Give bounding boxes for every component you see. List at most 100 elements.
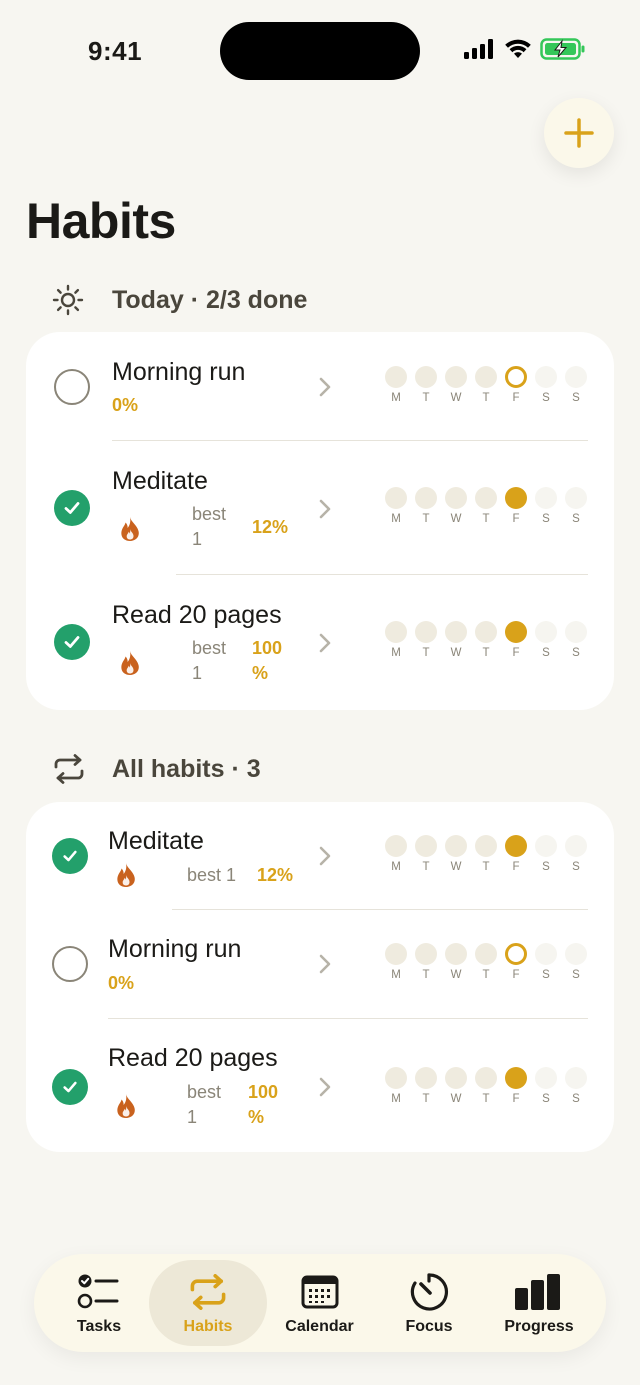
habit-check-toggle[interactable] bbox=[54, 490, 90, 526]
habit-check-toggle[interactable] bbox=[54, 369, 90, 405]
today-habit-row-read-20-pages[interactable]: Read 20 pages best 1 100 % M T W T F S S bbox=[26, 575, 614, 710]
tab-label: Focus bbox=[405, 1318, 453, 1335]
day-dot-2 bbox=[445, 1067, 467, 1089]
tab-focus[interactable]: Focus bbox=[384, 1260, 474, 1346]
day-label: W bbox=[450, 647, 462, 659]
day-label: F bbox=[512, 513, 520, 525]
day-dot-4 bbox=[505, 835, 527, 857]
habit-check-toggle[interactable] bbox=[54, 624, 90, 660]
day-label: S bbox=[572, 969, 580, 981]
habit-name: Morning run bbox=[108, 935, 242, 963]
day-dot-5 bbox=[535, 835, 557, 857]
sun-icon bbox=[52, 284, 84, 316]
day-dot-2 bbox=[445, 366, 467, 388]
habit-percent: 12% bbox=[257, 865, 294, 885]
day-label: F bbox=[512, 861, 520, 873]
day-label: T bbox=[482, 513, 490, 525]
chevron-right-icon[interactable] bbox=[318, 632, 332, 654]
day-dot-0 bbox=[385, 621, 407, 643]
flame-icon bbox=[121, 651, 139, 675]
day-dot-4 bbox=[505, 621, 527, 643]
dynamic-island bbox=[220, 22, 420, 80]
habit-best-value: 1 bbox=[187, 1107, 198, 1127]
habit-best-value: 1 bbox=[192, 529, 203, 549]
chevron-right-icon[interactable] bbox=[318, 845, 332, 867]
tab-bar: Tasks Habits Calendar Focus Progress bbox=[34, 1254, 606, 1352]
tab-habits[interactable]: Habits bbox=[149, 1260, 267, 1346]
chevron-right-icon[interactable] bbox=[318, 953, 332, 975]
tab-progress[interactable]: Progress bbox=[494, 1260, 584, 1346]
day-dot-5 bbox=[535, 1067, 557, 1089]
day-label: T bbox=[422, 969, 430, 981]
habit-check-toggle[interactable] bbox=[52, 838, 88, 874]
tab-label: Habits bbox=[183, 1318, 233, 1335]
day-dot-0 bbox=[385, 1067, 407, 1089]
wifi-icon bbox=[505, 39, 531, 58]
day-label: M bbox=[391, 969, 401, 981]
chevron-right-icon[interactable] bbox=[318, 498, 332, 520]
tab-label: Tasks bbox=[76, 1318, 122, 1335]
tab-calendar[interactable]: Calendar bbox=[272, 1260, 367, 1346]
flame-icon bbox=[117, 863, 135, 887]
habit-name: Morning run bbox=[112, 358, 246, 386]
day-dot-4 bbox=[505, 1067, 527, 1089]
day-label: S bbox=[542, 392, 550, 404]
status-time: 9:41 bbox=[88, 36, 143, 66]
day-dot-0 bbox=[385, 943, 407, 965]
all-habits-card: Meditate best 1 12% M T W T F S S Morning run … bbox=[26, 802, 614, 1152]
day-label: S bbox=[572, 861, 580, 873]
day-dot-0 bbox=[385, 835, 407, 857]
day-dot-0 bbox=[385, 487, 407, 509]
day-label: T bbox=[482, 969, 490, 981]
day-label: T bbox=[422, 647, 430, 659]
day-dot-5 bbox=[535, 366, 557, 388]
day-label: M bbox=[391, 647, 401, 659]
day-label: T bbox=[422, 392, 430, 404]
all-habit-row-morning-run[interactable]: Morning run 0% M T W T F S S bbox=[26, 910, 614, 1018]
day-dot-1 bbox=[415, 1067, 437, 1089]
day-dot-5 bbox=[535, 621, 557, 643]
day-dot-5 bbox=[535, 487, 557, 509]
calendar-icon bbox=[301, 1275, 338, 1309]
habit-percent: 12% bbox=[252, 517, 289, 537]
day-label: S bbox=[542, 647, 550, 659]
day-label: W bbox=[450, 861, 462, 873]
habit-percent: 0% bbox=[112, 395, 139, 415]
timer-icon bbox=[410, 1273, 449, 1311]
day-label: T bbox=[422, 861, 430, 873]
tab-tasks[interactable]: Tasks bbox=[54, 1260, 144, 1346]
day-dot-2 bbox=[445, 835, 467, 857]
habit-name: Read 20 pages bbox=[112, 601, 282, 629]
today-section-header: Today · 2/3 done bbox=[52, 284, 307, 316]
add-habit-button[interactable] bbox=[544, 98, 614, 168]
habit-best-label: best bbox=[192, 638, 227, 658]
habit-percent: 0% bbox=[108, 973, 135, 993]
habit-check-toggle[interactable] bbox=[52, 1069, 88, 1105]
day-label: M bbox=[391, 392, 401, 404]
habit-check-toggle[interactable] bbox=[52, 946, 88, 982]
day-dot-6 bbox=[565, 487, 587, 509]
day-label: F bbox=[512, 1093, 520, 1105]
today-habit-row-meditate[interactable]: Meditate best 1 12% M T W T F S S bbox=[26, 441, 614, 574]
day-dot-3 bbox=[475, 943, 497, 965]
day-label: S bbox=[542, 969, 550, 981]
day-dot-4 bbox=[505, 943, 527, 965]
today-habit-row-morning-run[interactable]: Morning run 0% M T W T F S S bbox=[26, 332, 614, 440]
day-dot-6 bbox=[565, 835, 587, 857]
day-dot-4 bbox=[505, 487, 527, 509]
chevron-right-icon[interactable] bbox=[318, 376, 332, 398]
day-dot-3 bbox=[475, 366, 497, 388]
day-label: W bbox=[450, 392, 462, 404]
all-habit-row-meditate[interactable]: Meditate best 1 12% M T W T F S S bbox=[26, 802, 614, 909]
all-habit-row-read-20-pages[interactable]: Read 20 pages best 1 100 % M T W T F S S bbox=[26, 1019, 614, 1152]
day-dot-3 bbox=[475, 621, 497, 643]
day-label: S bbox=[572, 513, 580, 525]
checkmark-icon bbox=[63, 850, 77, 862]
habit-percent-value: 100 bbox=[252, 638, 283, 658]
day-dot-4 bbox=[505, 366, 527, 388]
day-label: M bbox=[391, 513, 401, 525]
chevron-right-icon[interactable] bbox=[318, 1076, 332, 1098]
day-dot-2 bbox=[445, 943, 467, 965]
plus-icon bbox=[564, 118, 594, 148]
tab-label: Progress bbox=[504, 1318, 574, 1335]
